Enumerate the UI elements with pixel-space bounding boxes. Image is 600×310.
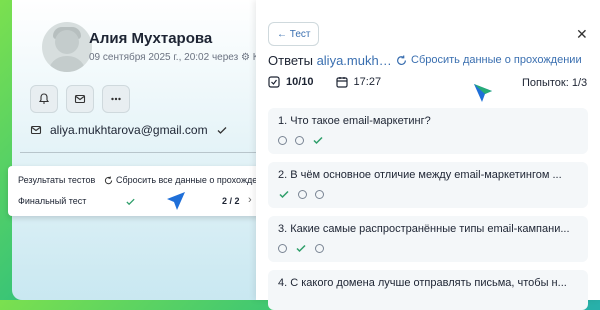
question-title: 1. Что такое email-маркетинг? bbox=[278, 115, 431, 127]
question-title: 2. В чём основное отличие между email-ма… bbox=[278, 169, 562, 181]
checkbox-icon bbox=[268, 76, 280, 88]
correct-check-icon bbox=[279, 190, 289, 199]
pointer-cursor-icon bbox=[167, 192, 185, 210]
profile-name: Алия Мухтарова bbox=[89, 30, 213, 47]
bell-icon bbox=[38, 93, 50, 104]
answer-marks bbox=[278, 242, 324, 254]
score-value: 10/10 bbox=[286, 76, 314, 88]
question-title: 3. Какие самые распространённые типы ema… bbox=[278, 223, 570, 235]
profile-meta: 09 сентября 2025 г., 20:02 через ⚙ Ку bbox=[89, 52, 264, 63]
answers-label: Ответы bbox=[268, 53, 313, 68]
email-row: aliya.mukhtarova@gmail.com bbox=[30, 123, 228, 137]
source-icon: ⚙ bbox=[240, 52, 250, 63]
refresh-icon bbox=[397, 55, 406, 65]
check-circle-icon bbox=[126, 198, 135, 206]
more-icon bbox=[111, 97, 121, 101]
mail-icon bbox=[74, 94, 86, 104]
mail-icon bbox=[30, 125, 42, 135]
notification-button[interactable] bbox=[30, 85, 58, 113]
more-button[interactable] bbox=[102, 85, 130, 113]
reset-progress-label: Сбросить данные о прохождении bbox=[411, 54, 582, 66]
question-title: 4. С какого домена лучше отправлять пись… bbox=[278, 277, 567, 289]
calendar-icon bbox=[335, 77, 348, 88]
option-ring-icon bbox=[298, 189, 307, 199]
answer-marks bbox=[278, 188, 324, 200]
attempts-count: Попыток: 1/3 bbox=[522, 77, 588, 89]
option-ring-icon bbox=[295, 135, 304, 145]
avatar bbox=[42, 22, 92, 72]
answer-marks bbox=[278, 134, 324, 146]
time-value: 17:27 bbox=[353, 76, 382, 88]
pointer-cursor-icon bbox=[474, 84, 492, 102]
reset-progress-link[interactable]: Сбросить данные о прохождении bbox=[396, 54, 582, 66]
question-card[interactable]: 3. Какие самые распространённые типы ema… bbox=[268, 216, 588, 262]
option-ring-icon bbox=[315, 243, 324, 253]
popup-reset-link[interactable]: Сбросить все данные о прохождении bbox=[104, 175, 272, 185]
question-card[interactable]: 2. В чём основное отличие между email-ма… bbox=[268, 162, 588, 208]
final-test-label: Финальный тест bbox=[18, 196, 87, 206]
question-card[interactable]: 4. С какого домена лучше отправлять пись… bbox=[268, 270, 588, 310]
profile-date: 09 сентября 2025 г., 20:02 через bbox=[89, 52, 239, 63]
verified-check-icon bbox=[217, 127, 227, 134]
stats-row: 10/10 17:27 bbox=[268, 76, 381, 88]
divider bbox=[20, 152, 256, 153]
correct-check-icon bbox=[296, 244, 306, 253]
message-button[interactable] bbox=[66, 85, 94, 113]
username-link[interactable]: aliya.mukh… bbox=[317, 53, 392, 68]
option-ring-icon bbox=[315, 189, 324, 199]
close-icon[interactable]: ✕ bbox=[576, 26, 588, 43]
chevron-right-icon[interactable]: › bbox=[248, 194, 252, 206]
email-value: aliya.mukhtarova@gmail.com bbox=[50, 123, 208, 137]
option-ring-icon bbox=[278, 243, 287, 253]
back-button[interactable]: ← Тест bbox=[268, 22, 320, 46]
results-label: Результаты тестов bbox=[18, 175, 96, 185]
final-test-score: 2 / 2 bbox=[222, 196, 240, 206]
refresh-icon bbox=[104, 175, 113, 184]
test-results-popup: Результаты тестов Сбросить все данные о … bbox=[8, 166, 272, 216]
correct-check-icon bbox=[313, 136, 323, 145]
question-card[interactable]: 1. Что такое email-маркетинг? bbox=[268, 108, 588, 154]
panel-title: Ответы aliya.mukh… bbox=[268, 53, 392, 68]
option-ring-icon bbox=[278, 135, 287, 145]
popup-reset-label: Сбросить все данные о прохождении bbox=[116, 175, 273, 185]
